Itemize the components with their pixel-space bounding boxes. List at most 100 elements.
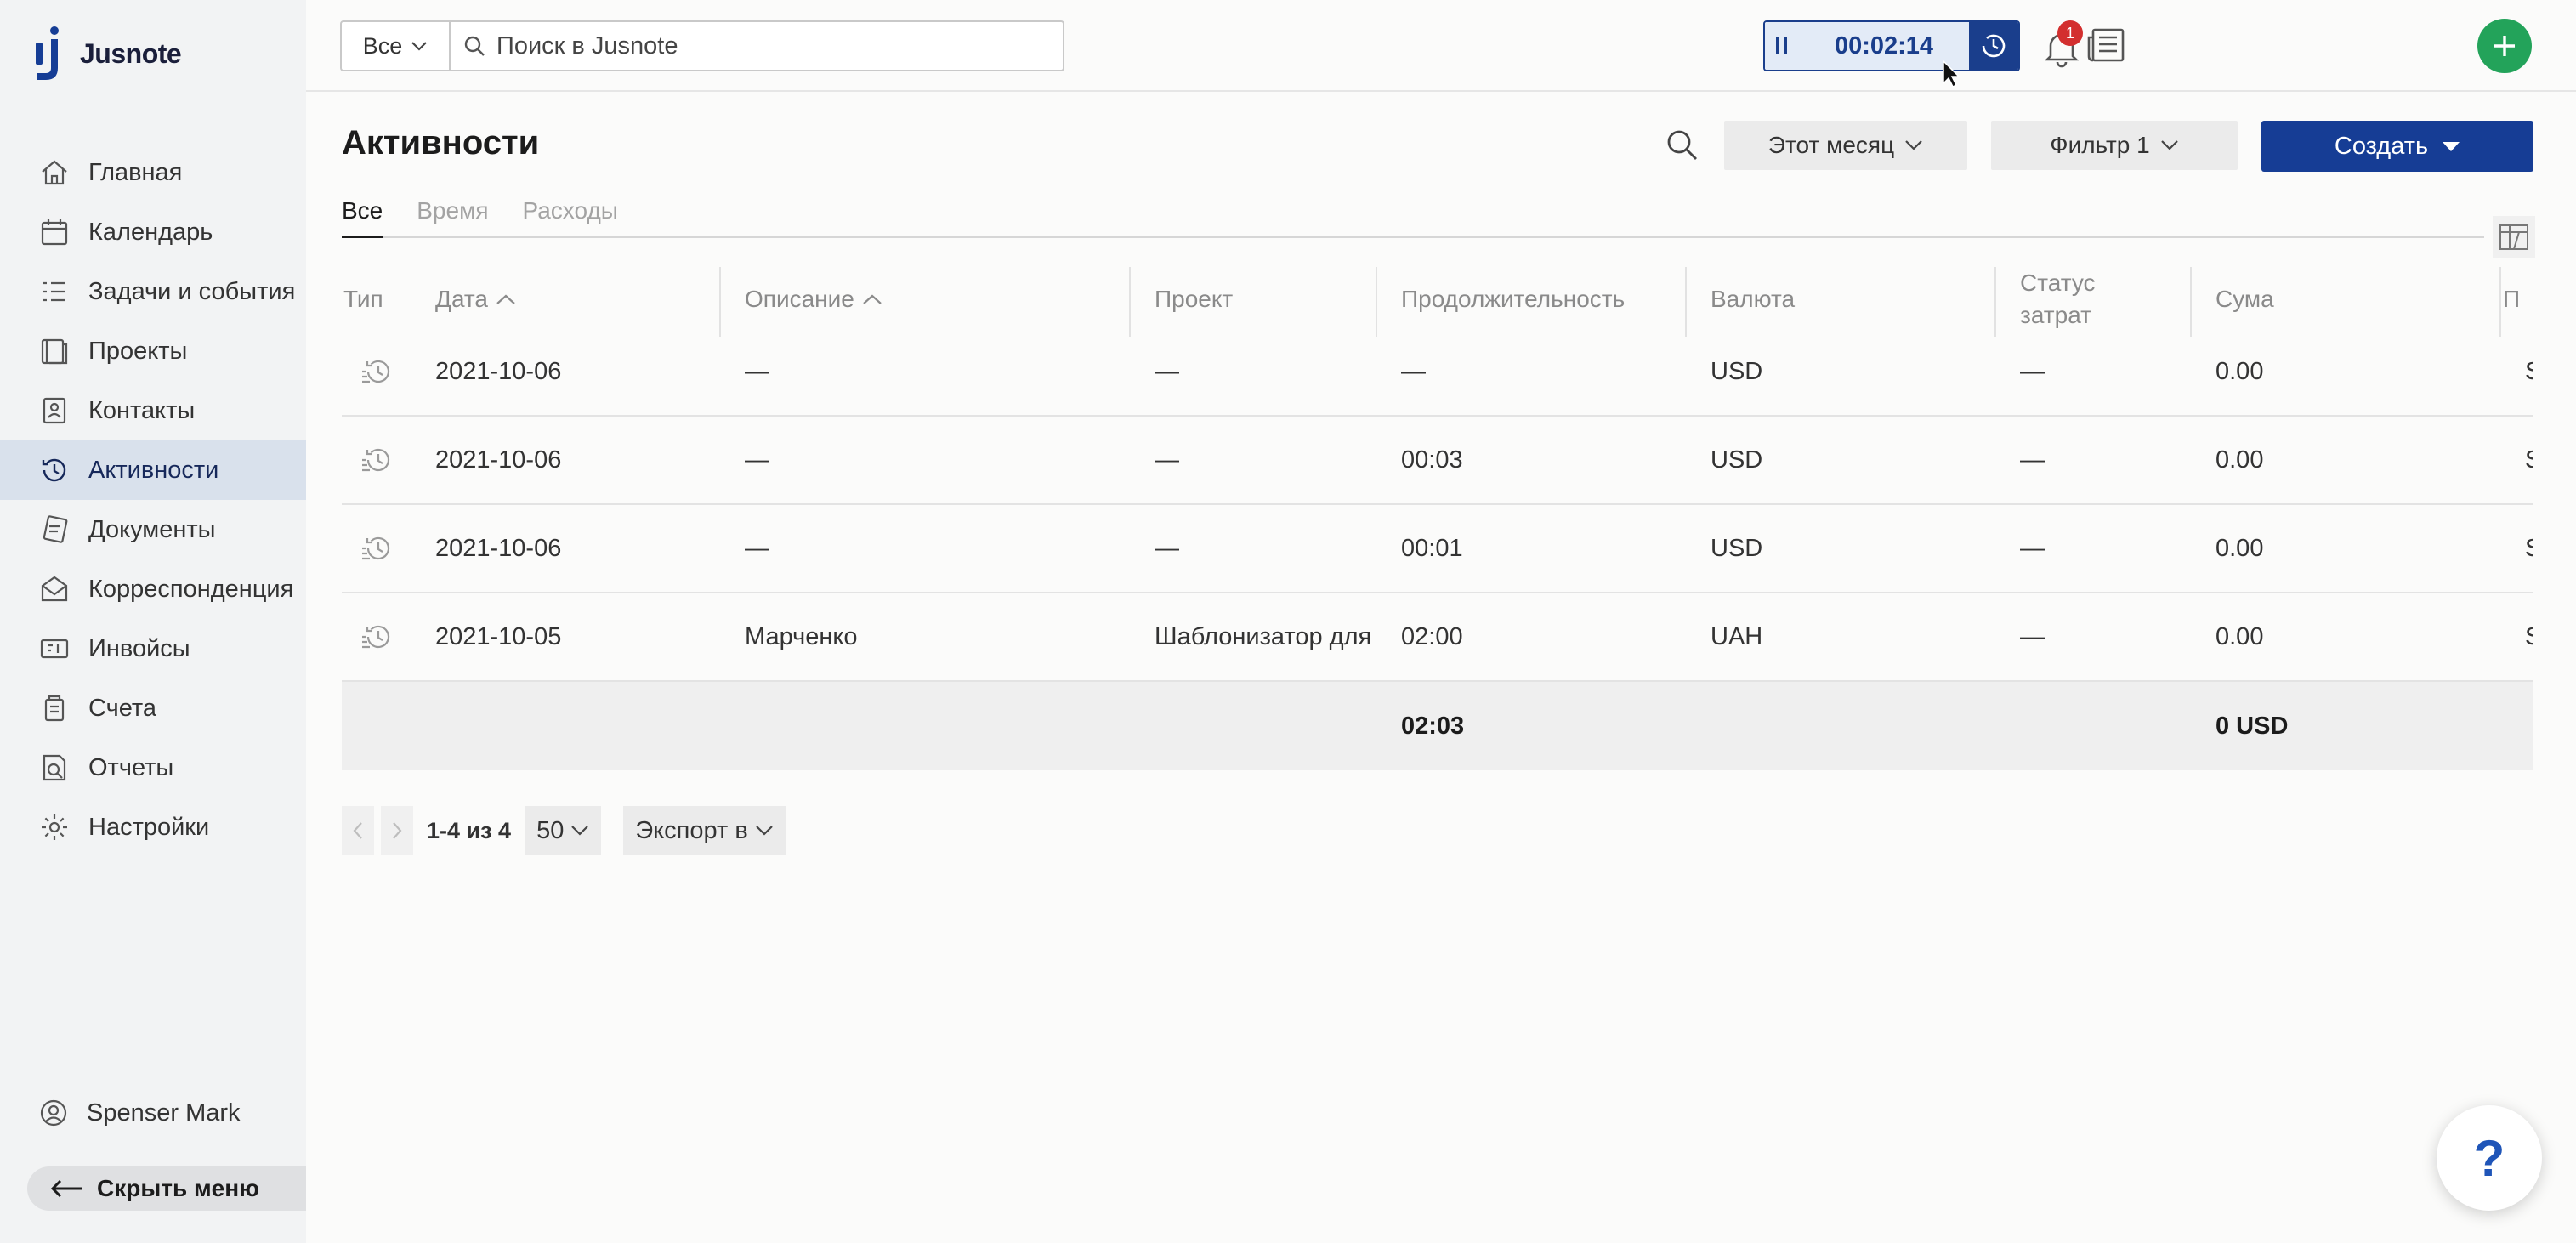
period-dropdown[interactable]: Этот месяц bbox=[1724, 121, 1967, 170]
column-divider[interactable] bbox=[719, 267, 721, 337]
search-scope-value: Все bbox=[362, 32, 403, 59]
cell-project: — bbox=[1155, 534, 1179, 562]
folder-icon bbox=[41, 338, 68, 365]
search-icon bbox=[464, 36, 485, 56]
tab-expenses[interactable]: Расходы bbox=[522, 194, 617, 238]
timer-pause-button[interactable] bbox=[1765, 22, 1799, 70]
sidebar-item-label: Проекты bbox=[88, 337, 188, 365]
filter-dropdown[interactable]: Фильтр 1 bbox=[1991, 121, 2238, 170]
sidebar-item-documents[interactable]: Документы bbox=[0, 500, 306, 559]
sidebar-item-settings[interactable]: Настройки bbox=[0, 797, 306, 857]
sidebar-item-correspondence[interactable]: Корреспонденция bbox=[0, 559, 306, 619]
cell-duration: 02:00 bbox=[1401, 622, 1463, 650]
table-row[interactable]: 2021-10-06 — — 00:03 USD — 0.00 S bbox=[342, 417, 2533, 505]
sort-asc-icon bbox=[863, 294, 882, 304]
export-dropdown[interactable]: Экспорт в bbox=[623, 806, 786, 855]
hide-menu-label: Скрыть меню bbox=[97, 1175, 260, 1201]
home-icon bbox=[42, 160, 67, 185]
sidebar-item-home[interactable]: Главная bbox=[0, 143, 306, 202]
activities-table: Тип Дата Описание Проект Продолжительнос… bbox=[342, 257, 2533, 770]
table-row[interactable]: 2021-10-06 — — 00:01 USD — 0.00 S bbox=[342, 505, 2533, 593]
sidebar-item-calendar[interactable]: Календарь bbox=[0, 202, 306, 262]
jusnote-logo-icon bbox=[36, 26, 59, 80]
sidebar-item-activities[interactable]: Активности bbox=[0, 440, 306, 500]
cell-currency: USD bbox=[1711, 534, 1763, 562]
mail-icon bbox=[41, 576, 68, 602]
user-profile[interactable]: Spenser Mark bbox=[0, 1083, 306, 1143]
search-icon[interactable] bbox=[1665, 128, 1699, 162]
top-bar: Все bbox=[306, 0, 2576, 92]
help-button[interactable]: ? bbox=[2437, 1105, 2542, 1211]
search-input[interactable] bbox=[496, 31, 1007, 60]
activity-tabs: Все Время Расходы bbox=[342, 194, 2484, 238]
export-label: Экспорт в bbox=[635, 816, 748, 844]
table-columns-icon bbox=[2499, 224, 2528, 250]
mouse-cursor-icon bbox=[1943, 60, 1960, 88]
contacts-icon bbox=[43, 397, 66, 424]
next-page-button[interactable] bbox=[381, 806, 413, 855]
column-divider[interactable] bbox=[2190, 267, 2192, 337]
table-row[interactable]: 2021-10-05 Марченко Шаблонизатор для 02:… bbox=[342, 593, 2533, 682]
column-divider[interactable] bbox=[1376, 267, 1377, 337]
search-scope-dropdown[interactable]: Все bbox=[342, 22, 451, 70]
hide-menu-button[interactable]: Скрыть меню bbox=[27, 1166, 306, 1211]
cell-project: — bbox=[1155, 446, 1179, 474]
prev-page-button[interactable] bbox=[342, 806, 374, 855]
cell-project: — bbox=[1155, 357, 1179, 385]
sidebar-item-contacts[interactable]: Контакты bbox=[0, 381, 306, 440]
documents-icon bbox=[43, 515, 68, 543]
sidebar-item-accounts[interactable]: Счета bbox=[0, 678, 306, 738]
clock-icon bbox=[1982, 34, 2006, 58]
plus-icon bbox=[2494, 36, 2515, 56]
cell-cost-status: — bbox=[2020, 357, 2045, 385]
user-avatar-icon bbox=[40, 1099, 67, 1127]
cell-sum: 0.00 bbox=[2216, 446, 2264, 474]
user-name: Spenser Mark bbox=[87, 1098, 241, 1127]
cell-cost-status: — bbox=[2020, 622, 2045, 650]
cell-cost-status: — bbox=[2020, 534, 2045, 562]
search-field bbox=[451, 22, 1063, 70]
page-size-select[interactable]: 50 bbox=[525, 806, 602, 855]
column-divider[interactable] bbox=[1994, 267, 1996, 337]
chevron-down-icon bbox=[571, 826, 589, 836]
tab-all[interactable]: Все bbox=[342, 194, 383, 238]
create-button[interactable]: Создать bbox=[2261, 121, 2533, 172]
cell-currency: USD bbox=[1711, 357, 1763, 385]
cell-extra: S bbox=[2525, 534, 2533, 562]
cell-date: 2021-10-05 bbox=[435, 622, 562, 650]
sidebar-item-label: Документы bbox=[88, 515, 216, 543]
notification-badge: 1 bbox=[2057, 20, 2083, 46]
sidebar-item-projects[interactable]: Проекты bbox=[0, 321, 306, 381]
pagination: 1-4 из 4 50 Экспорт в bbox=[342, 806, 786, 855]
timer-history-button[interactable] bbox=[1969, 22, 2018, 70]
cell-date: 2021-10-06 bbox=[435, 534, 562, 562]
cell-extra: S bbox=[2525, 622, 2533, 650]
sidebar-item-label: Календарь bbox=[88, 218, 213, 246]
sidebar-item-label: Контакты bbox=[88, 396, 196, 424]
sidebar-item-label: Отчеты bbox=[88, 753, 174, 781]
sidebar-item-tasks[interactable]: Задачи и события bbox=[0, 262, 306, 321]
sidebar-item-invoices[interactable]: Инвойсы bbox=[0, 619, 306, 678]
sidebar: Jusnote Главная Календарь Задачи и событ… bbox=[0, 0, 306, 1243]
cell-sum: 0.00 bbox=[2216, 622, 2264, 650]
cell-extra: S bbox=[2525, 446, 2533, 474]
time-entry-icon bbox=[362, 625, 390, 649]
column-divider[interactable] bbox=[1129, 267, 1131, 337]
tab-time[interactable]: Время bbox=[417, 194, 488, 238]
period-value: Этот месяц bbox=[1767, 132, 1895, 158]
sidebar-item-label: Задачи и события bbox=[88, 277, 296, 305]
column-divider[interactable] bbox=[1685, 267, 1687, 337]
column-settings-button[interactable] bbox=[2493, 216, 2535, 258]
column-divider[interactable] bbox=[2499, 267, 2501, 337]
cell-cost-status: — bbox=[2020, 446, 2045, 474]
sidebar-item-reports[interactable]: Отчеты bbox=[0, 738, 306, 797]
filter-value: Фильтр 1 bbox=[2050, 132, 2150, 158]
app-name: Jusnote bbox=[80, 37, 182, 69]
chevron-down-icon bbox=[1905, 140, 1922, 150]
table-row[interactable]: 2021-10-06 — — — USD — 0.00 S bbox=[342, 328, 2533, 417]
quick-add-button[interactable] bbox=[2477, 19, 2532, 73]
news-icon[interactable] bbox=[2086, 27, 2125, 63]
invoice-icon bbox=[40, 639, 69, 659]
app-logo[interactable]: Jusnote bbox=[34, 24, 182, 83]
total-duration: 02:03 bbox=[1401, 712, 1465, 740]
